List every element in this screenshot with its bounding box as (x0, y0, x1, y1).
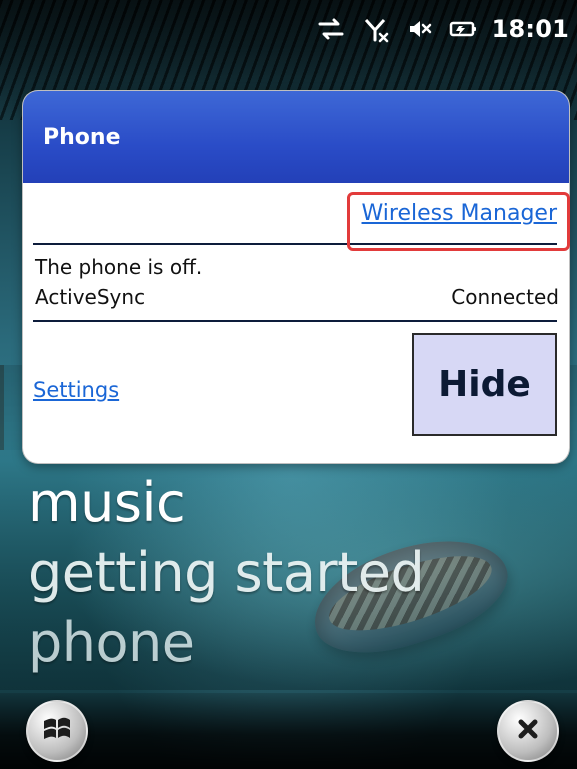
activesync-status: Connected (451, 285, 559, 309)
wireless-manager-link[interactable]: Wireless Manager (362, 201, 557, 226)
activesync-label: ActiveSync (35, 285, 146, 309)
menu-item-getting-started[interactable]: getting started (28, 538, 548, 608)
settings-link[interactable]: Settings (33, 378, 119, 402)
sync-arrows-icon (316, 14, 346, 44)
hide-button[interactable]: Hide (412, 333, 557, 436)
home-menu: music getting started phone (28, 468, 548, 678)
no-signal-icon (360, 14, 390, 44)
phone-dialog: Phone Wireless Manager The phone is off.… (22, 90, 570, 464)
status-time: 18:01 (491, 15, 569, 43)
dialog-header: Phone (23, 91, 569, 183)
divider-middle (33, 320, 557, 322)
start-button[interactable] (26, 700, 88, 762)
dialog-title: Phone (43, 124, 121, 150)
battery-charging-icon (448, 14, 478, 44)
phone-status-block: The phone is off. ActiveSync Connected (35, 255, 559, 313)
divider-top (33, 243, 557, 245)
menu-item-music[interactable]: music (28, 468, 548, 538)
close-button[interactable] (497, 700, 559, 762)
close-icon (511, 712, 545, 750)
status-icons: 18:01 (316, 14, 569, 44)
speaker-muted-icon (404, 14, 434, 44)
bottom-softkey-bar (0, 693, 577, 769)
phone-status-text: The phone is off. (35, 255, 203, 279)
status-bar: 18:01 (0, 0, 577, 58)
activesync-row: ActiveSync Connected (35, 285, 559, 313)
windows-start-icon (40, 712, 74, 750)
dialog-body: Wireless Manager The phone is off. Activ… (23, 183, 569, 463)
menu-item-phone[interactable]: phone (28, 608, 548, 678)
